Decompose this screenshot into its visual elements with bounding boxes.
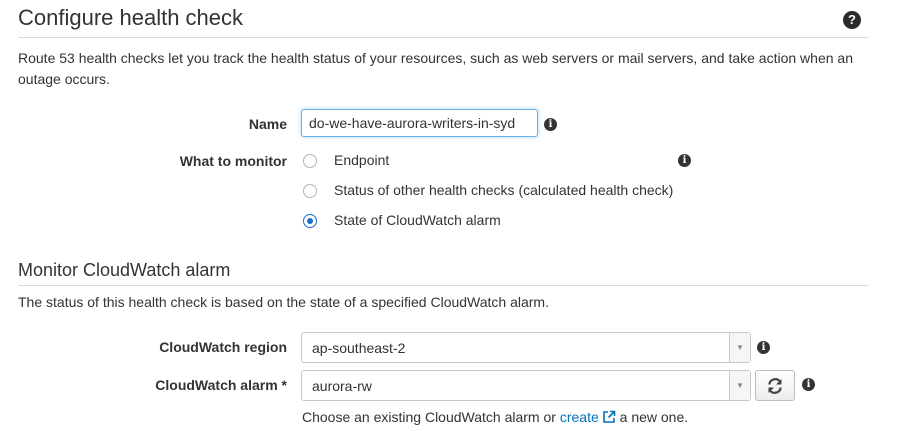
- page-title: Configure health check: [18, 5, 244, 30]
- alarm-hint: Choose an existing CloudWatch alarm or c…: [302, 409, 688, 425]
- name-input[interactable]: [301, 109, 538, 137]
- refresh-button[interactable]: [755, 370, 795, 401]
- info-icon[interactable]: i: [757, 341, 770, 354]
- radio-cloudwatch-alarm[interactable]: [303, 214, 317, 228]
- question-circle-icon[interactable]: ?: [843, 11, 861, 29]
- hint-prefix: Choose an existing CloudWatch alarm or: [302, 409, 556, 425]
- monitor-label: What to monitor: [179, 153, 287, 169]
- caret-down-icon[interactable]: ▼: [729, 371, 750, 400]
- section-title: Monitor CloudWatch alarm: [18, 260, 231, 280]
- region-label: CloudWatch region: [159, 339, 287, 355]
- alarm-value: aurora-rw: [312, 378, 372, 394]
- refresh-icon: [768, 378, 782, 395]
- hint-suffix: a new one.: [619, 409, 689, 425]
- alarm-select[interactable]: aurora-rw ▼: [301, 370, 751, 401]
- intro-text: Route 53 health checks let you track the…: [18, 50, 853, 87]
- radio-endpoint-label[interactable]: Endpoint: [334, 152, 389, 168]
- create-alarm-link[interactable]: create: [560, 409, 599, 425]
- title-divider: [18, 37, 868, 38]
- radio-endpoint[interactable]: [303, 154, 317, 168]
- section-description: The status of this health check is based…: [18, 294, 549, 310]
- section-divider: [18, 285, 868, 286]
- name-label: Name: [248, 116, 287, 132]
- radio-cloudwatch-alarm-label[interactable]: State of CloudWatch alarm: [334, 212, 501, 228]
- info-icon[interactable]: i: [802, 378, 815, 391]
- radio-calculated[interactable]: [303, 184, 317, 198]
- info-icon[interactable]: i: [544, 118, 557, 131]
- caret-down-icon[interactable]: ▼: [729, 333, 750, 362]
- radio-calculated-label[interactable]: Status of other health checks (calculate…: [334, 182, 673, 198]
- region-value: ap-southeast-2: [312, 340, 406, 356]
- external-link-icon[interactable]: [602, 410, 616, 424]
- info-icon[interactable]: i: [678, 154, 691, 167]
- region-select[interactable]: ap-southeast-2 ▼: [301, 332, 751, 363]
- alarm-label: CloudWatch alarm *: [155, 377, 287, 393]
